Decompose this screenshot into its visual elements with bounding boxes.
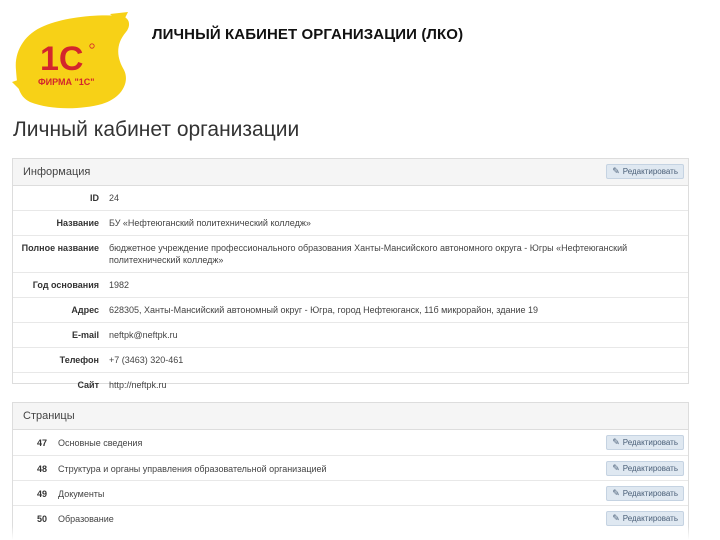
edit-icon: ✎: [612, 437, 620, 447]
email-link[interactable]: neftpk@neftpk.ru: [109, 330, 178, 340]
page-link[interactable]: Структура и органы управления образовате…: [58, 464, 327, 474]
page-link[interactable]: Основные сведения: [58, 438, 142, 448]
page-id: 50: [37, 514, 48, 524]
page-link[interactable]: Документы: [58, 489, 104, 499]
info-label: Телефон: [13, 347, 107, 373]
pages-panel: Страницы 47 Основные сведения ✎ Редактир…: [12, 402, 689, 540]
page-edit-label: Редактировать: [622, 464, 678, 473]
page-edit-button[interactable]: ✎ Редактировать: [606, 511, 684, 526]
info-panel-title: Информация: [23, 166, 91, 178]
info-label: Адрес: [13, 297, 107, 323]
page-edit-label: Редактировать: [622, 489, 678, 498]
edit-icon: ✎: [612, 166, 620, 176]
pages-panel-header: Страницы: [13, 403, 688, 430]
info-row-site: Сайт http://neftpk.ru: [13, 372, 688, 397]
slide-title: ЛИЧНЫЙ КАБИНЕТ ОРГАНИЗАЦИИ (ЛКО): [152, 26, 464, 43]
list-item: 47 Основные сведения ✎ Редактировать: [13, 430, 688, 455]
info-value: 628305, Ханты-Мансийский автономный окру…: [107, 297, 688, 323]
info-value: 24: [109, 193, 120, 203]
page-id: 48: [37, 464, 48, 474]
list-item: 49 Документы ✎ Редактировать: [13, 480, 688, 505]
info-row-email: E-mail neftpk@neftpk.ru: [13, 322, 688, 348]
info-label: Сайт: [13, 372, 107, 397]
info-value: БУ «Нефтеюганский политехнический коллед…: [107, 210, 688, 236]
info-row-year: Год основания 1982: [13, 272, 688, 298]
pages-panel-title: Страницы: [23, 410, 75, 422]
list-item: 48 Структура и органы управления образов…: [13, 455, 688, 480]
firm-1c-logo: 1С ФИРМА "1С": [10, 12, 135, 112]
logo-firm-text: ФИРМА "1С": [38, 77, 95, 87]
page-edit-label: Редактировать: [622, 438, 678, 447]
info-panel-header: Информация ✎ Редактировать: [13, 159, 688, 186]
page-edit-button[interactable]: ✎ Редактировать: [606, 486, 684, 501]
info-row-address: Адрес 628305, Ханты-Мансийский автономны…: [13, 297, 688, 323]
page-edit-label: Редактировать: [622, 514, 678, 523]
info-label: Полное название: [13, 235, 107, 273]
info-value: бюджетное учреждение профессионального о…: [107, 235, 688, 273]
info-row-phone: Телефон +7 (3463) 320-461: [13, 347, 688, 373]
info-table: ID 24 Название БУ «Нефтеюганский политех…: [13, 186, 688, 397]
logo-mark: 1С: [40, 40, 83, 78]
info-panel: Информация ✎ Редактировать ID 24 Названи…: [12, 158, 689, 397]
info-row-full-name: Полное название бюджетное учреждение про…: [13, 235, 688, 273]
page-link[interactable]: Образование: [58, 514, 114, 524]
edit-icon: ✎: [612, 463, 620, 473]
page-edit-button[interactable]: ✎ Редактировать: [606, 435, 684, 450]
pages-list: 47 Основные сведения ✎ Редактировать 48 …: [13, 430, 688, 530]
info-label: ID: [90, 193, 99, 203]
info-edit-label: Редактировать: [622, 167, 678, 176]
info-value: +7 (3463) 320-461: [107, 347, 688, 373]
page-edit-button[interactable]: ✎ Редактировать: [606, 461, 684, 476]
info-label: E-mail: [13, 322, 107, 348]
info-edit-button[interactable]: ✎ Редактировать: [606, 164, 684, 179]
page-heading: Личный кабинет организации: [13, 118, 300, 141]
info-label: Год основания: [13, 272, 107, 298]
info-row-name: Название БУ «Нефтеюганский политехническ…: [13, 210, 688, 236]
firm-1c-logo-graphic: 1С ФИРМА "1С": [12, 12, 130, 109]
info-label: Название: [13, 210, 107, 236]
bottom-fade: [0, 526, 720, 540]
page-id: 49: [37, 489, 48, 499]
edit-icon: ✎: [612, 488, 620, 498]
page-id: 47: [37, 438, 48, 448]
site-link[interactable]: http://neftpk.ru: [109, 380, 167, 390]
info-value: 1982: [107, 272, 688, 298]
edit-icon: ✎: [612, 513, 620, 523]
info-row-id: ID 24: [13, 186, 688, 211]
slide: 1С ФИРМА "1С" ЛИЧНЫЙ КАБИНЕТ ОРГАНИЗАЦИИ…: [0, 0, 720, 540]
